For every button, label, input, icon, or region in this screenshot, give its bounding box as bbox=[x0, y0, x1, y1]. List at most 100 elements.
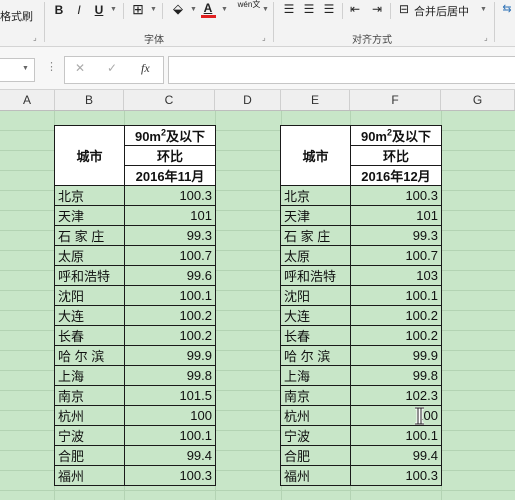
header-city-cell[interactable]: 城市 bbox=[280, 125, 351, 186]
column-header-c[interactable]: C bbox=[124, 90, 215, 110]
city-cell[interactable]: 石 家 庄 bbox=[280, 225, 351, 246]
value-cell[interactable]: 100.3 bbox=[350, 465, 442, 486]
value-cell[interactable]: 103 bbox=[350, 265, 442, 286]
column-header-a[interactable]: A bbox=[0, 90, 55, 110]
city-cell[interactable]: 南京 bbox=[280, 385, 351, 406]
city-cell[interactable]: 沈阳 bbox=[54, 285, 125, 306]
city-cell[interactable]: 大连 bbox=[280, 305, 351, 326]
borders-icon[interactable]: ⊞ bbox=[130, 1, 146, 17]
value-cell[interactable]: 100.2 bbox=[124, 305, 216, 326]
city-cell[interactable]: 哈 尔 滨 bbox=[280, 345, 351, 366]
value-cell[interactable]: 100 bbox=[124, 405, 216, 426]
city-cell[interactable]: 沈阳 bbox=[280, 285, 351, 306]
city-cell[interactable]: 呼和浩特 bbox=[280, 265, 351, 286]
city-cell[interactable]: 福州 bbox=[280, 465, 351, 486]
align-center-icon[interactable]: ☰ bbox=[301, 1, 317, 17]
column-header-e[interactable]: E bbox=[281, 90, 350, 110]
value-cell[interactable]: 99.8 bbox=[350, 365, 442, 386]
value-cell[interactable]: 99.3 bbox=[350, 225, 442, 246]
merge-center-icon[interactable]: ⊟ bbox=[397, 1, 411, 17]
city-cell[interactable]: 太原 bbox=[280, 245, 351, 266]
merge-center-button[interactable]: 合并后居中 bbox=[414, 3, 469, 19]
city-cell[interactable]: 北京 bbox=[54, 185, 125, 206]
header-type-cell[interactable]: 90m2及以下 bbox=[124, 125, 216, 146]
clipboard-dialog-launcher-icon[interactable]: ⌟ bbox=[33, 33, 37, 42]
city-cell[interactable]: 太原 bbox=[54, 245, 125, 266]
city-cell[interactable]: 上海 bbox=[54, 365, 125, 386]
city-cell[interactable]: 杭州 bbox=[54, 405, 125, 426]
city-cell[interactable]: 杭州 bbox=[280, 405, 351, 426]
name-box[interactable]: ▼ bbox=[0, 58, 35, 82]
header-ratio-cell[interactable]: 环比 bbox=[350, 145, 442, 166]
font-color-icon[interactable]: A bbox=[200, 0, 216, 16]
fill-color-icon[interactable]: ⬙ bbox=[170, 1, 186, 17]
city-cell[interactable]: 上海 bbox=[280, 365, 351, 386]
bold-button[interactable]: B bbox=[52, 2, 66, 18]
value-cell[interactable]: 99.3 bbox=[124, 225, 216, 246]
value-cell[interactable]: 100.7 bbox=[124, 245, 216, 266]
value-cell[interactable]: 100.1 bbox=[350, 425, 442, 446]
fill-color-dropdown-icon[interactable]: ▼ bbox=[190, 6, 197, 13]
city-cell[interactable]: 石 家 庄 bbox=[54, 225, 125, 246]
formula-input[interactable] bbox=[168, 56, 515, 84]
value-cell[interactable]: 100.1 bbox=[124, 425, 216, 446]
confirm-icon[interactable]: ✓ bbox=[107, 61, 117, 75]
header-month-cell[interactable]: 2016年11月 bbox=[124, 165, 216, 186]
alignment-dialog-launcher-icon[interactable]: ⌟ bbox=[484, 33, 488, 42]
city-cell[interactable]: 福州 bbox=[54, 465, 125, 486]
borders-dropdown-icon[interactable]: ▼ bbox=[150, 6, 157, 13]
align-right-icon[interactable]: ☰ bbox=[321, 1, 337, 17]
city-cell[interactable]: 宁波 bbox=[280, 425, 351, 446]
city-cell[interactable]: 呼和浩特 bbox=[54, 265, 125, 286]
column-header-f[interactable]: F bbox=[350, 90, 441, 110]
value-cell[interactable]: 100 bbox=[350, 405, 442, 426]
city-cell[interactable]: 天津 bbox=[54, 205, 125, 226]
city-cell[interactable]: 北京 bbox=[280, 185, 351, 206]
city-cell[interactable]: 哈 尔 滨 bbox=[54, 345, 125, 366]
font-dialog-launcher-icon[interactable]: ⌟ bbox=[262, 33, 266, 42]
value-cell[interactable]: 101 bbox=[350, 205, 442, 226]
city-cell[interactable]: 合肥 bbox=[54, 445, 125, 466]
formula-bar-grip-icon[interactable]: ⋮ bbox=[46, 60, 57, 73]
value-cell[interactable]: 99.4 bbox=[124, 445, 216, 466]
header-ratio-cell[interactable]: 环比 bbox=[124, 145, 216, 166]
value-cell[interactable]: 100.7 bbox=[350, 245, 442, 266]
font-color-dropdown-icon[interactable]: ▼ bbox=[221, 6, 228, 13]
city-cell[interactable]: 大连 bbox=[54, 305, 125, 326]
header-type-cell[interactable]: 90m2及以下 bbox=[350, 125, 442, 146]
format-painter-button[interactable]: 格式刷 bbox=[0, 8, 33, 24]
underline-button[interactable]: U bbox=[92, 2, 106, 18]
name-box-dropdown-icon[interactable]: ▼ bbox=[22, 65, 29, 72]
column-header-b[interactable]: B bbox=[55, 90, 124, 110]
value-cell[interactable]: 99.4 bbox=[350, 445, 442, 466]
value-cell[interactable]: 101 bbox=[124, 205, 216, 226]
value-cell[interactable]: 100.2 bbox=[350, 305, 442, 326]
value-cell[interactable]: 100.1 bbox=[350, 285, 442, 306]
city-cell[interactable]: 长春 bbox=[280, 325, 351, 346]
value-cell[interactable]: 99.9 bbox=[124, 345, 216, 366]
header-city-cell[interactable]: 城市 bbox=[54, 125, 125, 186]
city-cell[interactable]: 南京 bbox=[54, 385, 125, 406]
align-left-icon[interactable]: ☰ bbox=[281, 1, 297, 17]
value-cell[interactable]: 99.8 bbox=[124, 365, 216, 386]
city-cell[interactable]: 合肥 bbox=[280, 445, 351, 466]
value-cell[interactable]: 100.2 bbox=[124, 325, 216, 346]
column-header-d[interactable]: D bbox=[215, 90, 281, 110]
decrease-indent-icon[interactable]: ⇤ bbox=[347, 1, 363, 17]
column-header-g[interactable]: G bbox=[441, 90, 515, 110]
cancel-icon[interactable]: ✕ bbox=[75, 61, 85, 75]
city-cell[interactable]: 天津 bbox=[280, 205, 351, 226]
city-cell[interactable]: 宁波 bbox=[54, 425, 125, 446]
value-cell[interactable]: 100.2 bbox=[350, 325, 442, 346]
underline-dropdown-icon[interactable]: ▼ bbox=[110, 6, 117, 13]
phonetic-guide-icon[interactable]: wén文 bbox=[236, 0, 262, 9]
value-cell[interactable]: 100.3 bbox=[124, 185, 216, 206]
value-cell[interactable]: 99.9 bbox=[350, 345, 442, 366]
header-month-cell[interactable]: 2016年12月 bbox=[350, 165, 442, 186]
value-cell[interactable]: 99.6 bbox=[124, 265, 216, 286]
value-cell[interactable]: 100.3 bbox=[124, 465, 216, 486]
merge-dropdown-icon[interactable]: ▼ bbox=[480, 6, 487, 13]
increase-indent-icon[interactable]: ⇥ bbox=[369, 1, 385, 17]
phonetic-dropdown-icon[interactable]: ▼ bbox=[262, 6, 269, 13]
italic-button[interactable]: I bbox=[72, 2, 86, 18]
